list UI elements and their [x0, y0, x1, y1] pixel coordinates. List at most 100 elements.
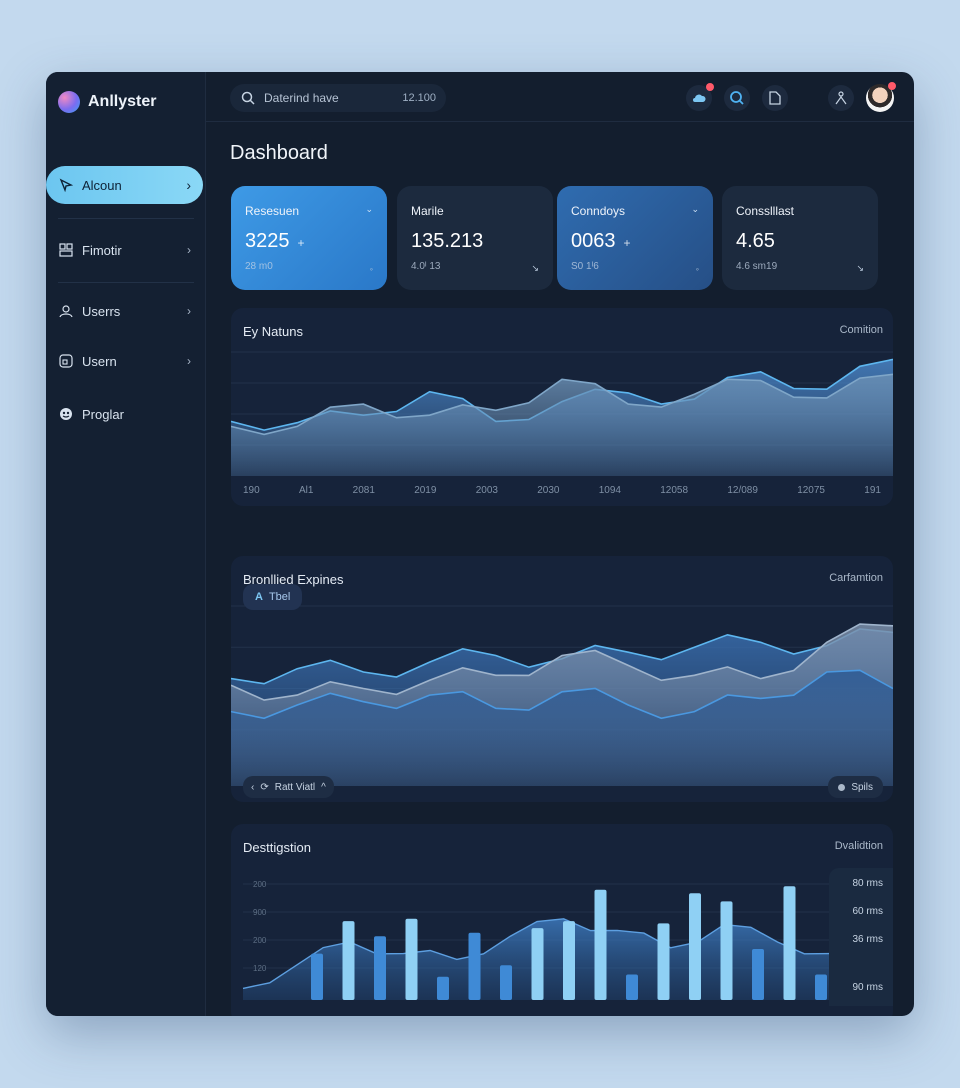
notifications-button[interactable] — [686, 83, 714, 111]
chevron-left-icon[interactable]: ‹ — [251, 782, 254, 793]
search-button[interactable] — [724, 85, 750, 111]
card-value: 3225 + — [245, 230, 373, 253]
x-tick-label: 2019 — [414, 485, 437, 496]
sidebar-item-label: Fimotir — [82, 242, 122, 258]
chevron-up-icon[interactable]: ^ — [321, 782, 326, 793]
card-label: Consslllast — [736, 204, 795, 218]
bar — [752, 949, 764, 1000]
trend-icon: ↘ — [531, 263, 539, 273]
trend-icon: ↘ — [856, 263, 864, 273]
kpi-card-consslllast[interactable]: Consslllast 4.65 4.6 sm19 ↘ — [722, 186, 878, 290]
search-icon — [240, 90, 256, 106]
card-subtext: S0 1ᴵ6 — [571, 261, 599, 272]
bar — [500, 965, 512, 1000]
user-icon: A — [255, 591, 263, 603]
avatar[interactable] — [866, 82, 896, 112]
sidebar-item-userrs[interactable]: Userrs › — [46, 292, 203, 330]
x-tick-label: 2030 — [537, 485, 560, 496]
bar — [815, 974, 827, 1000]
sidebar-item-label: Userrs — [82, 303, 121, 319]
filter-chip[interactable]: A Tbel — [243, 584, 303, 610]
page-title: Dashboard — [230, 142, 328, 164]
legend-item: 90 rms — [852, 982, 883, 993]
person-icon — [835, 91, 847, 105]
search-bar[interactable]: Daterind have 12.100 — [230, 84, 446, 112]
gauge-icon — [58, 406, 74, 422]
chevron-down-icon[interactable]: ⌄ — [691, 204, 699, 215]
bar — [657, 923, 670, 1000]
bar — [374, 936, 386, 1000]
bar — [783, 886, 796, 1000]
x-tick-label: 191 — [864, 485, 881, 496]
spils-button[interactable]: Spils — [828, 776, 883, 798]
document-icon — [769, 91, 781, 105]
chart-panel-bronllied-expines: Bronllied Expines Carfamtion A Tbel ‹ ⟳ … — [231, 556, 893, 802]
x-tick-label: 12058 — [660, 485, 689, 496]
refresh-icon: ⟳ — [260, 781, 269, 793]
y-tick: 200 — [253, 936, 267, 945]
area-chart — [231, 351, 893, 476]
cloud-icon — [693, 94, 706, 102]
search-input[interactable]: Daterind have — [264, 91, 339, 105]
bar — [594, 889, 607, 1000]
search-icon — [730, 91, 744, 105]
kpi-card-marile[interactable]: Marile 135.213 4.0ᴵ 13 ↘ — [397, 186, 553, 290]
sidebar-item-fimotir[interactable]: Fimotir › — [46, 231, 203, 269]
bar — [626, 974, 638, 1000]
compass-icon — [58, 177, 74, 193]
kpi-card-conndoys[interactable]: Conndoys 0063 + S0 1ᴵ6 ⌄ ◦ — [557, 186, 713, 290]
card-subtext: 4.0ᴵ 13 — [411, 261, 441, 272]
brand[interactable]: Anllyster — [58, 91, 156, 113]
card-label: Conndoys — [571, 204, 626, 218]
chevron-right-icon: › — [187, 243, 191, 257]
card-value-text: 0063 — [571, 230, 616, 252]
bar — [342, 921, 355, 1000]
topbar: Daterind have 12.100 — [206, 72, 914, 122]
sidebar-item-alcoun[interactable]: Alcoun › — [46, 166, 203, 204]
y-tick: 900 — [253, 908, 267, 917]
card-label: Marile — [411, 204, 444, 218]
sidebar-item-proglar[interactable]: Proglar — [46, 395, 203, 433]
y-tick: 120 — [253, 964, 267, 973]
filter-label: Ratt Viatl — [274, 781, 316, 793]
chevron-right-icon: › — [187, 304, 191, 318]
sidebar-item-label: Alcoun — [82, 177, 122, 193]
person-button[interactable] — [828, 85, 854, 111]
sidebar-item-label: Usern — [82, 353, 117, 369]
legend-item: 60 rms — [852, 906, 883, 917]
card-subtext: 4.6 sm19 — [736, 261, 778, 272]
bar — [689, 893, 701, 1000]
users-icon — [58, 303, 74, 319]
filter-bar[interactable]: ‹ ⟳ Ratt Viatl ^ — [243, 776, 334, 798]
bar — [437, 976, 449, 1000]
x-tick-label: 12/089 — [727, 485, 758, 496]
x-tick-label: 12075 — [797, 485, 825, 496]
legend: 80 rms 60 rms 36 rms 90 rms — [829, 868, 893, 1006]
card-value: 135.213 — [411, 230, 484, 252]
grid-icon — [58, 242, 74, 258]
x-axis-labels: 190 Al1 2081 2019 2003 2030 1094 12058 12/089 120… — [231, 485, 893, 496]
info-icon: ◦ — [369, 264, 373, 274]
button-label: Spils — [851, 781, 873, 793]
notification-dot — [706, 83, 714, 91]
card-label: Resesuen — [245, 204, 300, 218]
x-tick-label: 1094 — [598, 485, 621, 496]
x-tick-label: 190 — [243, 485, 260, 496]
bar — [311, 953, 323, 1000]
card-value: 0063 + — [571, 230, 699, 253]
kpi-card-resesuen[interactable]: Resesuen 3225 + 28 m0 ⌄ ◦ — [231, 186, 387, 290]
document-button[interactable] — [762, 85, 788, 111]
bar-chart — [242, 883, 832, 1000]
avatar-status-dot — [888, 82, 896, 90]
divider — [58, 218, 194, 219]
chevron-right-icon: › — [187, 354, 191, 368]
window-icon — [58, 353, 74, 369]
chip-label: Tbel — [268, 591, 291, 603]
bar — [468, 932, 481, 1000]
sidebar-item-label: Proglar — [82, 406, 124, 422]
sidebar: Anllyster Alcoun › Fimotir › Userrs › Us… — [46, 72, 206, 1016]
x-tick-label: 2003 — [475, 485, 498, 496]
dot-icon — [838, 783, 846, 791]
sidebar-item-usern[interactable]: Usern › — [46, 342, 203, 380]
chevron-down-icon[interactable]: ⌄ — [365, 204, 373, 215]
